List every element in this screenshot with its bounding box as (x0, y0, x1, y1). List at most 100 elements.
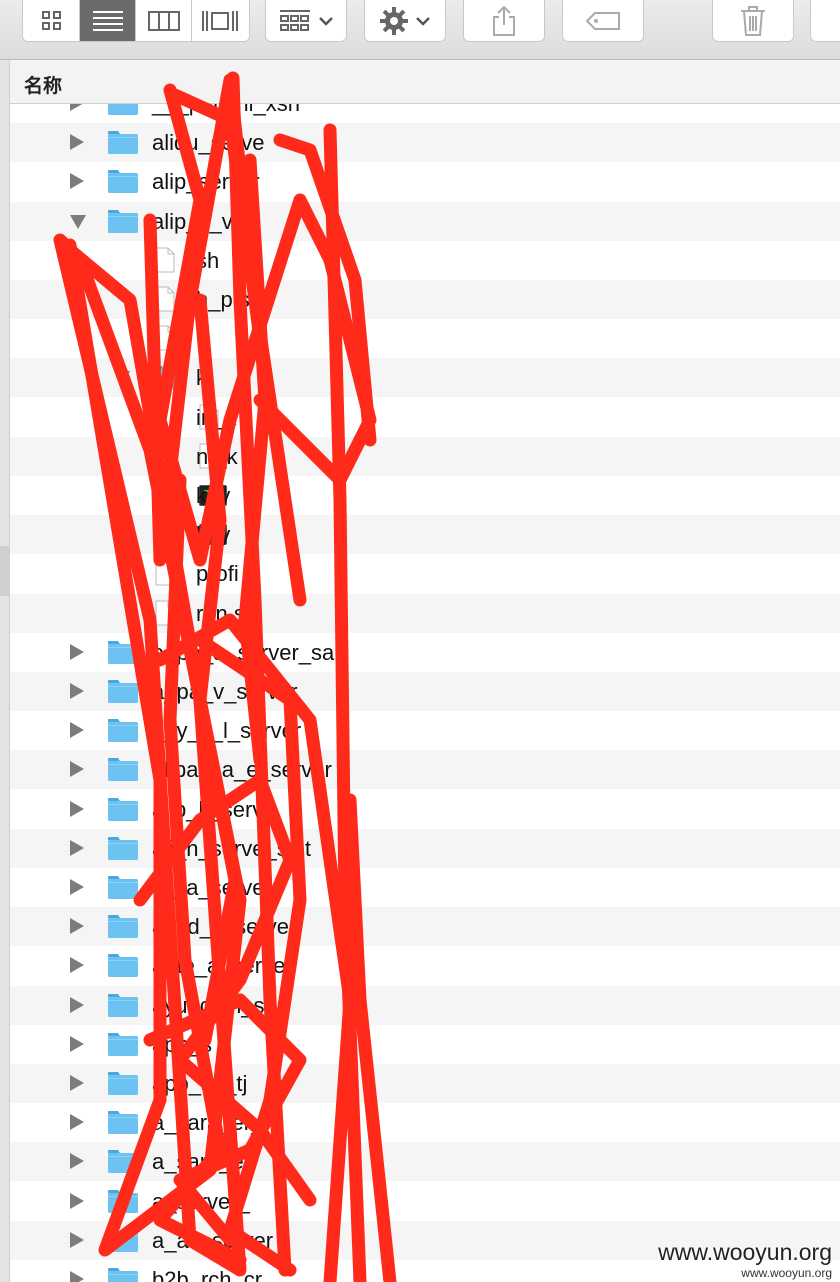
item-name: k (196, 365, 207, 391)
sidebar-resize-handle[interactable] (0, 546, 9, 596)
file-row[interactable]: profi (10, 554, 840, 593)
item-name: a_yd_x_server (152, 914, 297, 940)
item-name: aliqu_serve (152, 130, 265, 156)
folder-row[interactable]: ali_a_server (10, 868, 840, 907)
file-row[interactable]: run.s (10, 593, 840, 633)
folder-row[interactable]: alip_server (10, 162, 840, 201)
share-icon (493, 5, 515, 36)
item-name: a_pa_a_server_salt (152, 639, 346, 665)
disclosure-closed-icon[interactable] (70, 1192, 84, 1209)
folder-row[interactable]: app_s (10, 1025, 840, 1064)
folder-row[interactable]: a_server_ (10, 1182, 840, 1221)
disclosure-closed-icon[interactable] (70, 683, 84, 699)
folder-row[interactable]: a_yd_x_server (10, 907, 840, 947)
item-name: b2b_rch_cr (152, 1267, 263, 1282)
disclosure-closed-icon[interactable] (70, 1153, 84, 1170)
disclosure-closed-icon[interactable] (70, 879, 84, 895)
file-row[interactable]: key (10, 515, 840, 555)
folder-row[interactable]: ayu_com_ser (10, 985, 840, 1025)
folder-row[interactable]: alipay_a_e_server (10, 750, 840, 790)
item-name: sh (196, 247, 220, 273)
folder-icon (108, 1032, 138, 1056)
tag-icon (585, 11, 620, 30)
icon-view-icon (41, 10, 61, 30)
trash-button[interactable] (712, 0, 794, 42)
disclosure-closed-icon[interactable] (70, 1271, 84, 1282)
disclosure-closed-icon[interactable] (70, 173, 84, 190)
folder-icon (108, 209, 138, 233)
folder-icon (108, 876, 138, 899)
item-name: a_te_a_server (152, 953, 293, 979)
folder-icon (108, 1268, 138, 1282)
item-name: a_server_ (152, 1188, 250, 1214)
chevron-down-icon (319, 16, 333, 26)
folder-row[interactable]: k (10, 358, 840, 398)
item-name: alip_k_serve (152, 796, 276, 822)
folder-row[interactable]: aliqu_serve (10, 123, 840, 163)
folder-icon (108, 640, 138, 664)
disclosure-closed-icon[interactable] (70, 800, 84, 817)
folder-row[interactable]: alip_s_ver (10, 201, 840, 241)
column-view-button[interactable] (136, 0, 192, 41)
watermark-text: www.wooyun.org (658, 1239, 832, 1265)
document-icon (155, 600, 175, 626)
cover-flow-button[interactable] (192, 0, 248, 41)
disclosure-closed-icon[interactable] (70, 134, 84, 151)
disclosure-closed-icon[interactable] (70, 643, 84, 660)
icon-view-button[interactable] (24, 0, 80, 41)
folder-row[interactable]: alip_k_serve (10, 790, 840, 829)
folder-row[interactable]: a_y_y_l_server (10, 711, 840, 750)
document-icon (155, 247, 175, 273)
file-row[interactable]: in_k (10, 398, 840, 437)
arrange-button[interactable] (265, 0, 347, 42)
item-name: key (196, 483, 231, 508)
watermark-small-text: www.wooyun.org (741, 1266, 832, 1280)
item-name: alipay_a_e_server (152, 757, 332, 783)
folder-row[interactable]: a_sara_er (10, 1142, 840, 1182)
folder-row[interactable]: app_se_tj (10, 1064, 840, 1103)
disclosure-closed-icon[interactable] (70, 761, 84, 778)
share-button[interactable] (463, 0, 545, 42)
chevron-down-icon (416, 16, 430, 26)
disclosure-closed-icon[interactable] (70, 957, 84, 974)
disclosure-open-icon[interactable] (114, 371, 130, 386)
file-row[interactable]: i (10, 319, 840, 358)
folder-row[interactable]: a_pa_v_server (10, 672, 840, 711)
folder-row[interactable]: a_te_a_server (10, 946, 840, 985)
file-row[interactable]: nt_k (10, 436, 840, 476)
disclosure-closed-icon[interactable] (70, 722, 84, 739)
folder-icon (152, 366, 182, 390)
disclosure-closed-icon[interactable] (70, 996, 84, 1013)
item-name: a_sara_er (152, 1149, 252, 1175)
disclosure-closed-icon[interactable] (70, 1075, 84, 1091)
folder-icon (108, 1072, 138, 1095)
folder-row[interactable]: ___pansnl_xsn (10, 104, 840, 123)
disclosure-closed-icon[interactable] (70, 1114, 84, 1131)
disclosure-closed-icon[interactable] (70, 104, 84, 111)
view-mode-group (22, 0, 250, 42)
folder-row[interactable]: a_pa_a_server_salt (10, 633, 840, 672)
folder-icon (108, 915, 138, 939)
document-icon (155, 286, 175, 312)
disclosure-closed-icon[interactable] (70, 1035, 84, 1052)
name-column-header[interactable]: 名称 (24, 71, 62, 98)
list-view-icon (92, 10, 123, 31)
file-row[interactable]: h_p.sh (10, 280, 840, 319)
action-button[interactable] (364, 0, 446, 42)
item-name: a_sara_er_ (152, 1110, 264, 1136)
folder-icon (108, 719, 138, 743)
disclosure-closed-icon[interactable] (70, 1231, 84, 1248)
toolbar-overflow-button[interactable] (810, 0, 840, 42)
folder-icon (108, 1228, 138, 1252)
folder-row[interactable]: a_sara_er_ (10, 1103, 840, 1142)
list-view-button[interactable] (80, 0, 136, 41)
disclosure-closed-icon[interactable] (70, 839, 84, 856)
item-name: alip_s_ver (152, 208, 253, 234)
file-row[interactable]: sh (10, 241, 840, 280)
file-row[interactable]: key (10, 476, 840, 515)
disclosure-open-icon[interactable] (70, 214, 86, 229)
folder-row[interactable]: ali_n_serve_salt (10, 828, 840, 868)
tag-button[interactable] (562, 0, 644, 42)
disclosure-closed-icon[interactable] (70, 918, 84, 935)
folder-icon (108, 954, 138, 978)
